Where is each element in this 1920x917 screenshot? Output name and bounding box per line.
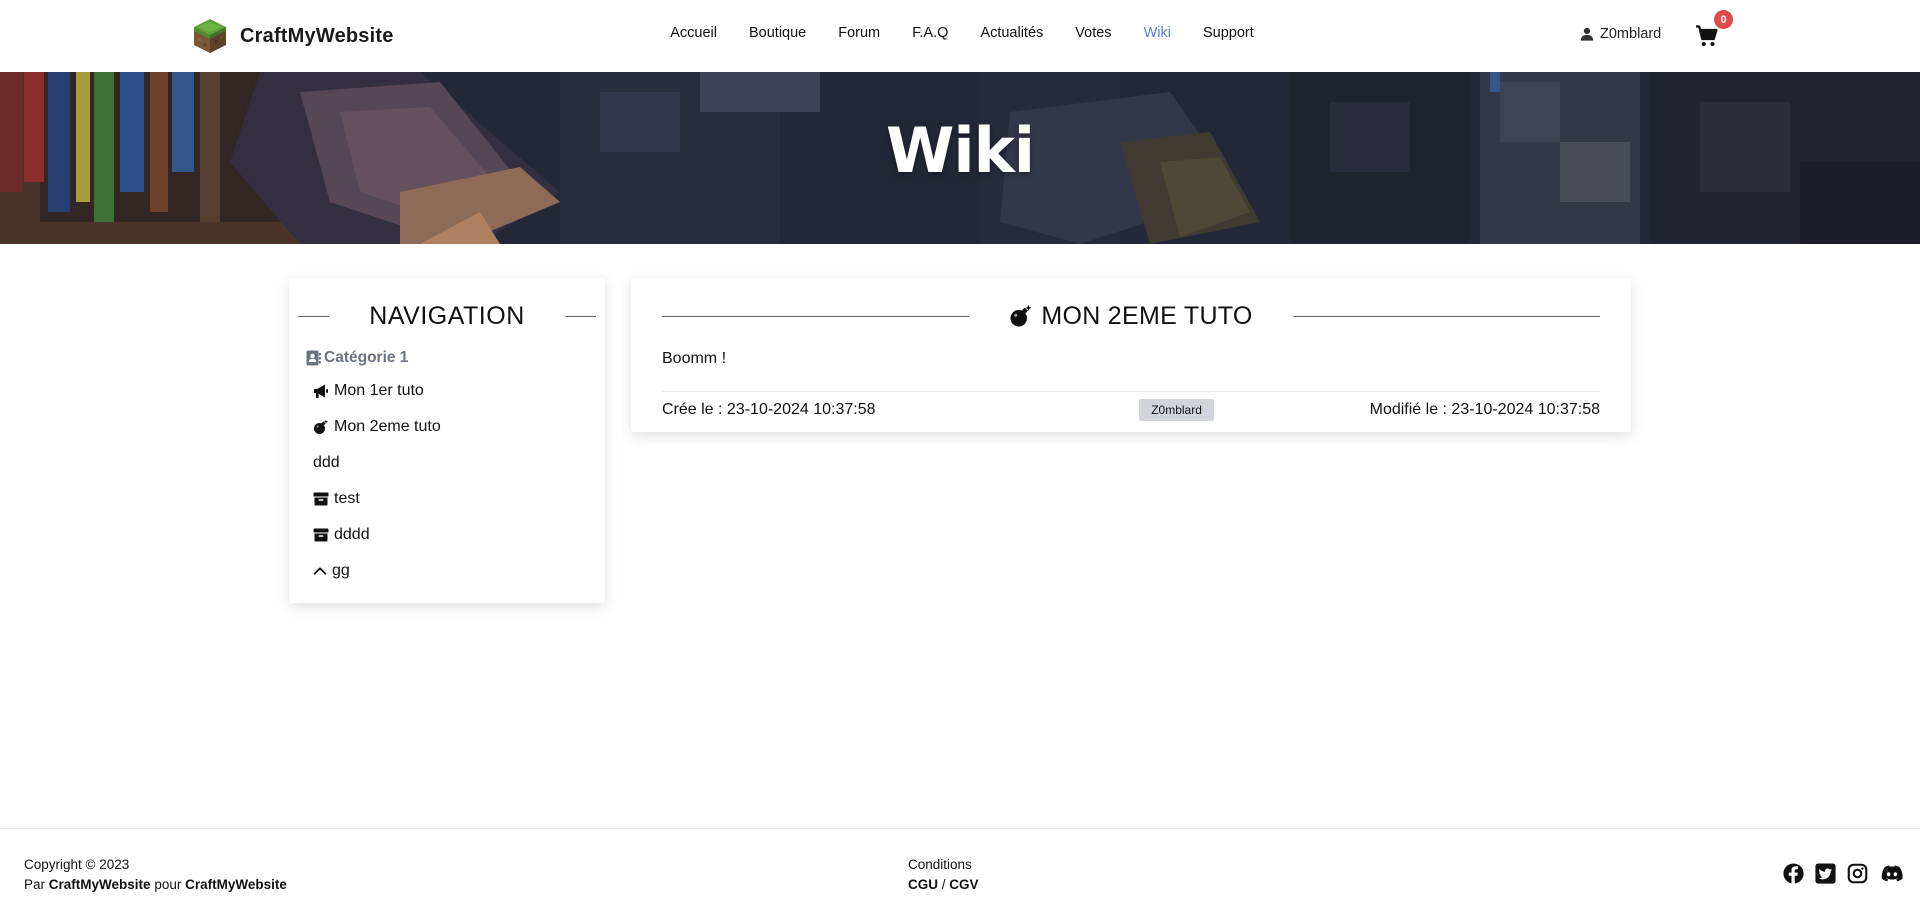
- user-icon: [1580, 27, 1594, 41]
- instagram-icon[interactable]: [1847, 863, 1868, 884]
- conditions-links: CGU / CGV: [908, 875, 979, 895]
- facebook-icon[interactable]: [1783, 863, 1804, 884]
- nav-votes[interactable]: Votes: [1059, 25, 1127, 41]
- footer-copyright: Copyright © 2023 Par CraftMyWebsite pour…: [24, 855, 287, 895]
- bullhorn-icon: [314, 384, 328, 398]
- sidebar-item-mon-2eme-tuto[interactable]: Mon 2eme tuto: [305, 409, 589, 445]
- chevron-up-icon: [313, 567, 327, 575]
- cgv-link[interactable]: CGV: [949, 877, 978, 892]
- credits-for: pour: [154, 877, 182, 892]
- archive-icon: [313, 492, 329, 506]
- bomb-icon: [314, 419, 329, 434]
- sidebar-item-mon-1er-tuto[interactable]: Mon 1er tuto: [305, 373, 589, 409]
- nav-forum[interactable]: Forum: [822, 25, 896, 41]
- article-list: Mon 1er tuto Mon 2eme tuto ddd test dddd…: [305, 373, 589, 589]
- nav-wiki[interactable]: Wiki: [1128, 25, 1187, 41]
- created-date: Crée le : 23-10-2024 10:37:58: [662, 400, 876, 418]
- page-banner: Wiki: [0, 72, 1920, 244]
- discord-icon[interactable]: [1879, 863, 1905, 884]
- article-card: MON 2EME TUTO Boomm ! Crée le : 23-10-20…: [631, 278, 1631, 432]
- footer-conditions: Conditions CGU / CGV: [908, 855, 979, 895]
- credits-prefix: Par: [24, 877, 46, 892]
- credits-client-link[interactable]: CraftMyWebsite: [185, 877, 287, 892]
- twitter-icon[interactable]: [1815, 863, 1836, 884]
- sidebar-item-label: Mon 1er tuto: [334, 382, 424, 399]
- article-heading: MON 2EME TUTO: [662, 298, 1600, 334]
- wiki-navigation-panel: NAVIGATION Catégorie 1 Mon 1er tuto Mon …: [289, 278, 605, 603]
- cart-count-badge: 0: [1714, 10, 1733, 29]
- user-menu[interactable]: Z0mblard: [1580, 26, 1661, 42]
- category-header[interactable]: Catégorie 1: [305, 349, 589, 367]
- credits-author-link[interactable]: CraftMyWebsite: [49, 877, 151, 892]
- sidebar-item-ddd[interactable]: ddd: [305, 445, 589, 481]
- cgu-link[interactable]: CGU: [908, 877, 938, 892]
- top-navbar: CraftMyWebsite Accueil Boutique Forum F.…: [0, 0, 1920, 72]
- article-meta: Crée le : 23-10-2024 10:37:58 Z0mblard M…: [662, 391, 1600, 423]
- sidebar-item-label: Mon 2eme tuto: [334, 418, 441, 435]
- modified-date: Modifié le : 23-10-2024 10:37:58: [1369, 400, 1600, 418]
- credits-line: Par CraftMyWebsite pour CraftMyWebsite: [24, 875, 287, 895]
- address-book-icon: [306, 350, 321, 366]
- sidebar-item-label: ddd: [313, 454, 340, 471]
- article-title-wrap: MON 2EME TUTO: [969, 302, 1292, 331]
- article-title: MON 2EME TUTO: [1041, 301, 1253, 330]
- archive-icon: [313, 528, 329, 542]
- sidebar-item-dddd[interactable]: dddd: [305, 517, 589, 553]
- nav-accueil[interactable]: Accueil: [654, 25, 733, 41]
- nav-actualites[interactable]: Actualités: [964, 25, 1059, 41]
- conditions-heading: Conditions: [908, 857, 972, 872]
- nav-faq[interactable]: F.A.Q: [896, 25, 964, 41]
- author-badge: Z0mblard: [1139, 398, 1214, 421]
- nav-boutique[interactable]: Boutique: [733, 25, 822, 41]
- heading-rule-right: [564, 316, 596, 317]
- sidebar-item-label: test: [334, 490, 360, 507]
- bomb-icon: [1010, 304, 1032, 327]
- conditions-separator: /: [941, 877, 946, 892]
- username: Z0mblard: [1600, 26, 1662, 42]
- article-body: Boomm !: [662, 350, 727, 367]
- copyright-text: Copyright © 2023: [24, 857, 130, 872]
- site-footer: Copyright © 2023 Par CraftMyWebsite pour…: [0, 828, 1920, 917]
- heading-rule-left: [662, 315, 970, 317]
- sidebar-item-label: dddd: [334, 526, 370, 543]
- sidebar-item-test[interactable]: test: [305, 481, 589, 517]
- page-title: Wiki: [885, 114, 1035, 187]
- navigation-heading: NAVIGATION: [298, 302, 596, 331]
- cart-icon[interactable]: [1695, 24, 1719, 48]
- navigation-heading-text: NAVIGATION: [369, 302, 525, 330]
- category-label: Catégorie 1: [324, 349, 409, 366]
- sidebar-item-gg[interactable]: gg: [305, 553, 589, 589]
- heading-rule-left: [298, 316, 330, 317]
- nav-support[interactable]: Support: [1187, 25, 1270, 41]
- social-links: [1783, 863, 1905, 884]
- sidebar-item-label: gg: [332, 562, 350, 579]
- heading-rule-right: [1292, 315, 1600, 317]
